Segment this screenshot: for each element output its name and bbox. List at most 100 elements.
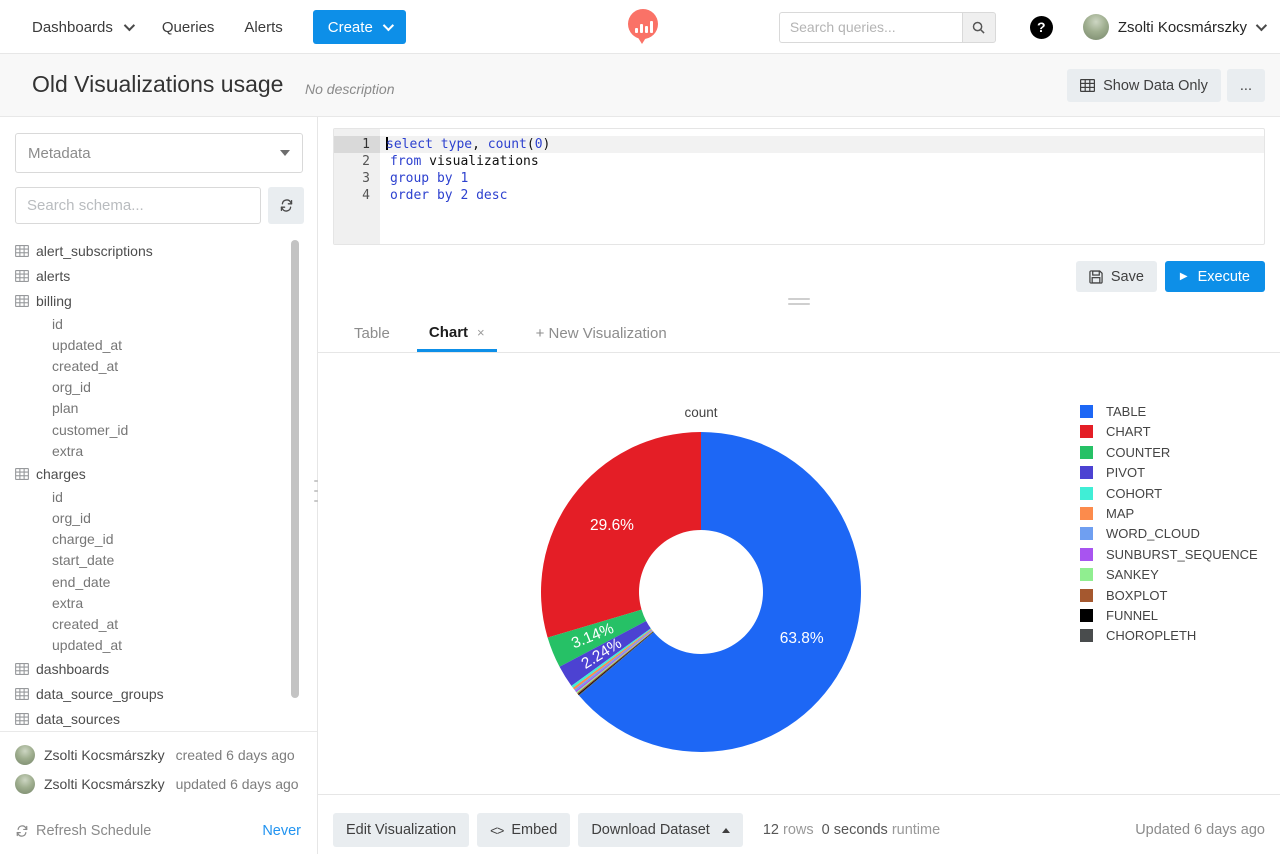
table-icon (15, 468, 29, 480)
pie-label: 63.8% (780, 630, 824, 647)
save-icon (1089, 270, 1103, 284)
legend-swatch (1080, 568, 1093, 581)
chevron-down-icon (383, 20, 394, 31)
schema-table[interactable]: alert_subscriptions (15, 238, 303, 263)
avatar (1083, 14, 1109, 40)
search-button[interactable] (962, 12, 996, 43)
redash-logo[interactable] (626, 9, 660, 43)
schema-column[interactable]: charge_id (15, 529, 303, 550)
schema-column[interactable]: customer_id (15, 419, 303, 440)
schema-refresh-button[interactable] (268, 187, 304, 224)
data-source-select[interactable]: Metadata (15, 133, 303, 173)
result-meta: 12 rows 0 seconds runtime (763, 822, 940, 838)
editor-resize-handle[interactable] (788, 298, 810, 305)
schema-table[interactable]: billing (15, 288, 303, 313)
legend-label: PIVOT (1106, 465, 1145, 480)
schema-table[interactable]: charges (15, 461, 303, 486)
logo-tail (637, 36, 647, 44)
pie-slice-CHART[interactable] (541, 432, 701, 638)
legend-label: COHORT (1106, 486, 1162, 501)
page-title: Old Visualizations usage (32, 71, 283, 98)
updated-row: Zsolti Kocsmárszky updated 6 days ago (15, 774, 302, 794)
schema-column[interactable]: created_at (15, 613, 303, 634)
legend-swatch (1080, 589, 1093, 602)
nav-alerts[interactable]: Alerts (244, 19, 282, 36)
user-menu[interactable]: Zsolti Kocsmárszky (1083, 14, 1264, 40)
schema-column[interactable]: created_at (15, 355, 303, 376)
schema-table[interactable]: alerts (15, 263, 303, 288)
embed-button[interactable]: <> Embed (477, 813, 570, 847)
legend-item[interactable]: PIVOT (1080, 466, 1258, 479)
schema-scrollbar[interactable] (291, 240, 299, 698)
table-icon (15, 295, 29, 307)
chevron-down-icon (1256, 20, 1267, 31)
updated-timestamp: updated 6 days ago (176, 776, 299, 792)
legend-swatch (1080, 527, 1093, 540)
search-queries-input[interactable] (779, 12, 962, 43)
nav-queries[interactable]: Queries (162, 19, 215, 36)
legend-swatch (1080, 446, 1093, 459)
query-search (779, 12, 996, 43)
user-name: Zsolti Kocsmárszky (1118, 19, 1247, 36)
legend-label: CHOROPLETH (1106, 628, 1196, 643)
legend-item[interactable]: COUNTER (1080, 446, 1258, 459)
schema-column[interactable]: extra (15, 592, 303, 613)
legend-item[interactable]: WORD_CLOUD (1080, 527, 1258, 540)
edit-visualization-button[interactable]: Edit Visualization (333, 813, 469, 847)
query-editor[interactable]: 1234 select type, count(0)from visualiza… (333, 128, 1265, 245)
download-dataset-button[interactable]: Download Dataset (578, 813, 743, 847)
legend-item[interactable]: COHORT (1080, 487, 1258, 500)
table-icon (15, 270, 29, 282)
table-icon (15, 713, 29, 725)
schema-table[interactable]: data_source_groups (15, 681, 303, 706)
tab-chart[interactable]: Chart × (417, 315, 497, 352)
legend-swatch (1080, 487, 1093, 500)
tab-table[interactable]: Table (352, 315, 392, 352)
schema-table[interactable]: data_sources (15, 706, 303, 731)
legend-item[interactable]: CHART (1080, 425, 1258, 438)
schema-column[interactable]: org_id (15, 508, 303, 529)
schema-column[interactable]: updated_at (15, 635, 303, 656)
schema-column[interactable]: org_id (15, 377, 303, 398)
execute-button[interactable]: ▶ Execute (1165, 261, 1265, 292)
schema-table[interactable]: dashboards (15, 656, 303, 681)
legend-item[interactable]: TABLE (1080, 405, 1258, 418)
query-description[interactable]: No description (305, 81, 395, 97)
editor-code[interactable]: select type, count(0)from visualizations… (380, 129, 1264, 244)
legend-item[interactable]: BOXPLOT (1080, 589, 1258, 602)
legend-swatch (1080, 629, 1093, 642)
close-icon[interactable]: × (477, 325, 485, 340)
legend-item[interactable]: CHOROPLETH (1080, 629, 1258, 642)
show-data-only-button[interactable]: Show Data Only (1067, 69, 1221, 102)
tab-new-visualization[interactable]: + New Visualization (534, 315, 669, 352)
schema-search-input[interactable] (15, 187, 261, 224)
table-icon (15, 663, 29, 675)
schema-column[interactable]: plan (15, 398, 303, 419)
avatar (15, 774, 35, 794)
schema-column[interactable]: extra (15, 440, 303, 461)
schema-column[interactable]: id (15, 486, 303, 507)
help-icon[interactable]: ? (1030, 16, 1053, 39)
creator-name: Zsolti Kocsmárszky (44, 747, 165, 763)
legend-item[interactable]: SANKEY (1080, 568, 1258, 581)
donut-svg[interactable]: 63.8%29.6%3.14%2.24% (333, 360, 1073, 795)
more-options-button[interactable]: ... (1227, 69, 1265, 102)
schema-column[interactable]: id (15, 313, 303, 334)
refresh-schedule-value[interactable]: Never (262, 823, 301, 839)
refresh-schedule[interactable]: Refresh Schedule Never (15, 823, 301, 839)
schema-column[interactable]: updated_at (15, 334, 303, 355)
legend-item[interactable]: SUNBURST_SEQUENCE (1080, 548, 1258, 561)
schema-column[interactable]: start_date (15, 550, 303, 571)
save-button[interactable]: Save (1076, 261, 1157, 292)
schema-column[interactable]: end_date (15, 571, 303, 592)
legend-label: SANKEY (1106, 567, 1159, 582)
main-panel: 1234 select type, count(0)from visualiza… (318, 117, 1280, 854)
legend-item[interactable]: FUNNEL (1080, 609, 1258, 622)
table-grid-icon (1080, 79, 1095, 92)
nav-dashboards[interactable]: Dashboards (32, 19, 132, 36)
created-row: Zsolti Kocsmárszky created 6 days ago (15, 745, 302, 765)
results-footer: Edit Visualization <> Embed Download Dat… (318, 806, 1280, 854)
create-button[interactable]: Create (313, 10, 406, 44)
schema-sidebar: Metadata alert_subscriptionsalertsbillin… (0, 117, 318, 854)
legend-item[interactable]: MAP (1080, 507, 1258, 520)
